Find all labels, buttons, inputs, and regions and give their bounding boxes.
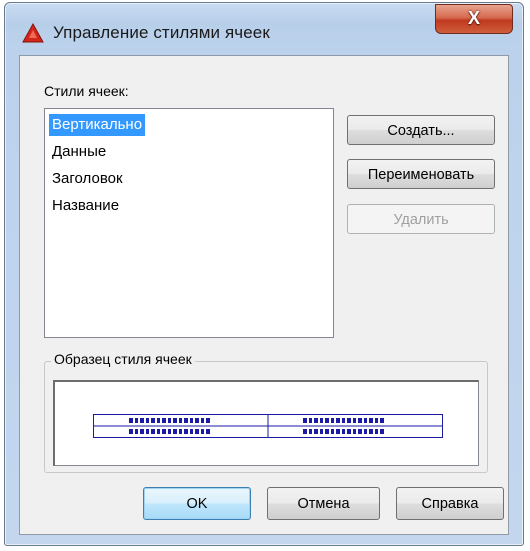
list-item-header[interactable]: Заголовок	[49, 168, 126, 190]
cell-styles-label: Стили ячеек:	[44, 83, 129, 99]
dialog-body: Стили ячеек: Вертикально Данные Заголово…	[19, 55, 509, 535]
close-button[interactable]: X	[435, 4, 513, 34]
list-item-data[interactable]: Данные	[49, 141, 109, 163]
delete-button[interactable]: Удалить	[347, 204, 495, 234]
dialog-window: Управление стилями ячеек X Стили ячеек: …	[4, 2, 524, 546]
cell-style-preview	[53, 380, 479, 466]
close-icon: X	[467, 8, 480, 28]
cell-style-preview-group: Образец стиля ячеек	[44, 351, 488, 473]
window-title: Управление стилями ячеек	[53, 23, 270, 42]
cancel-button[interactable]: Отмена	[267, 487, 380, 520]
list-item-title[interactable]: Название	[49, 195, 122, 217]
rename-button[interactable]: Переименовать	[347, 159, 495, 189]
help-button[interactable]: Справка	[396, 487, 504, 520]
list-item-vertical[interactable]: Вертикально	[49, 114, 146, 136]
autocad-logo-icon	[22, 23, 44, 43]
title-bar[interactable]: Управление стилями ячеек X	[5, 3, 523, 55]
ok-button[interactable]: OK	[143, 487, 251, 520]
create-button[interactable]: Создать...	[347, 115, 495, 145]
preview-group-label: Образец стиля ячеек	[51, 351, 195, 367]
cell-styles-list[interactable]: Вертикально Данные Заголовок Название	[44, 108, 334, 338]
preview-table-image	[93, 414, 443, 438]
